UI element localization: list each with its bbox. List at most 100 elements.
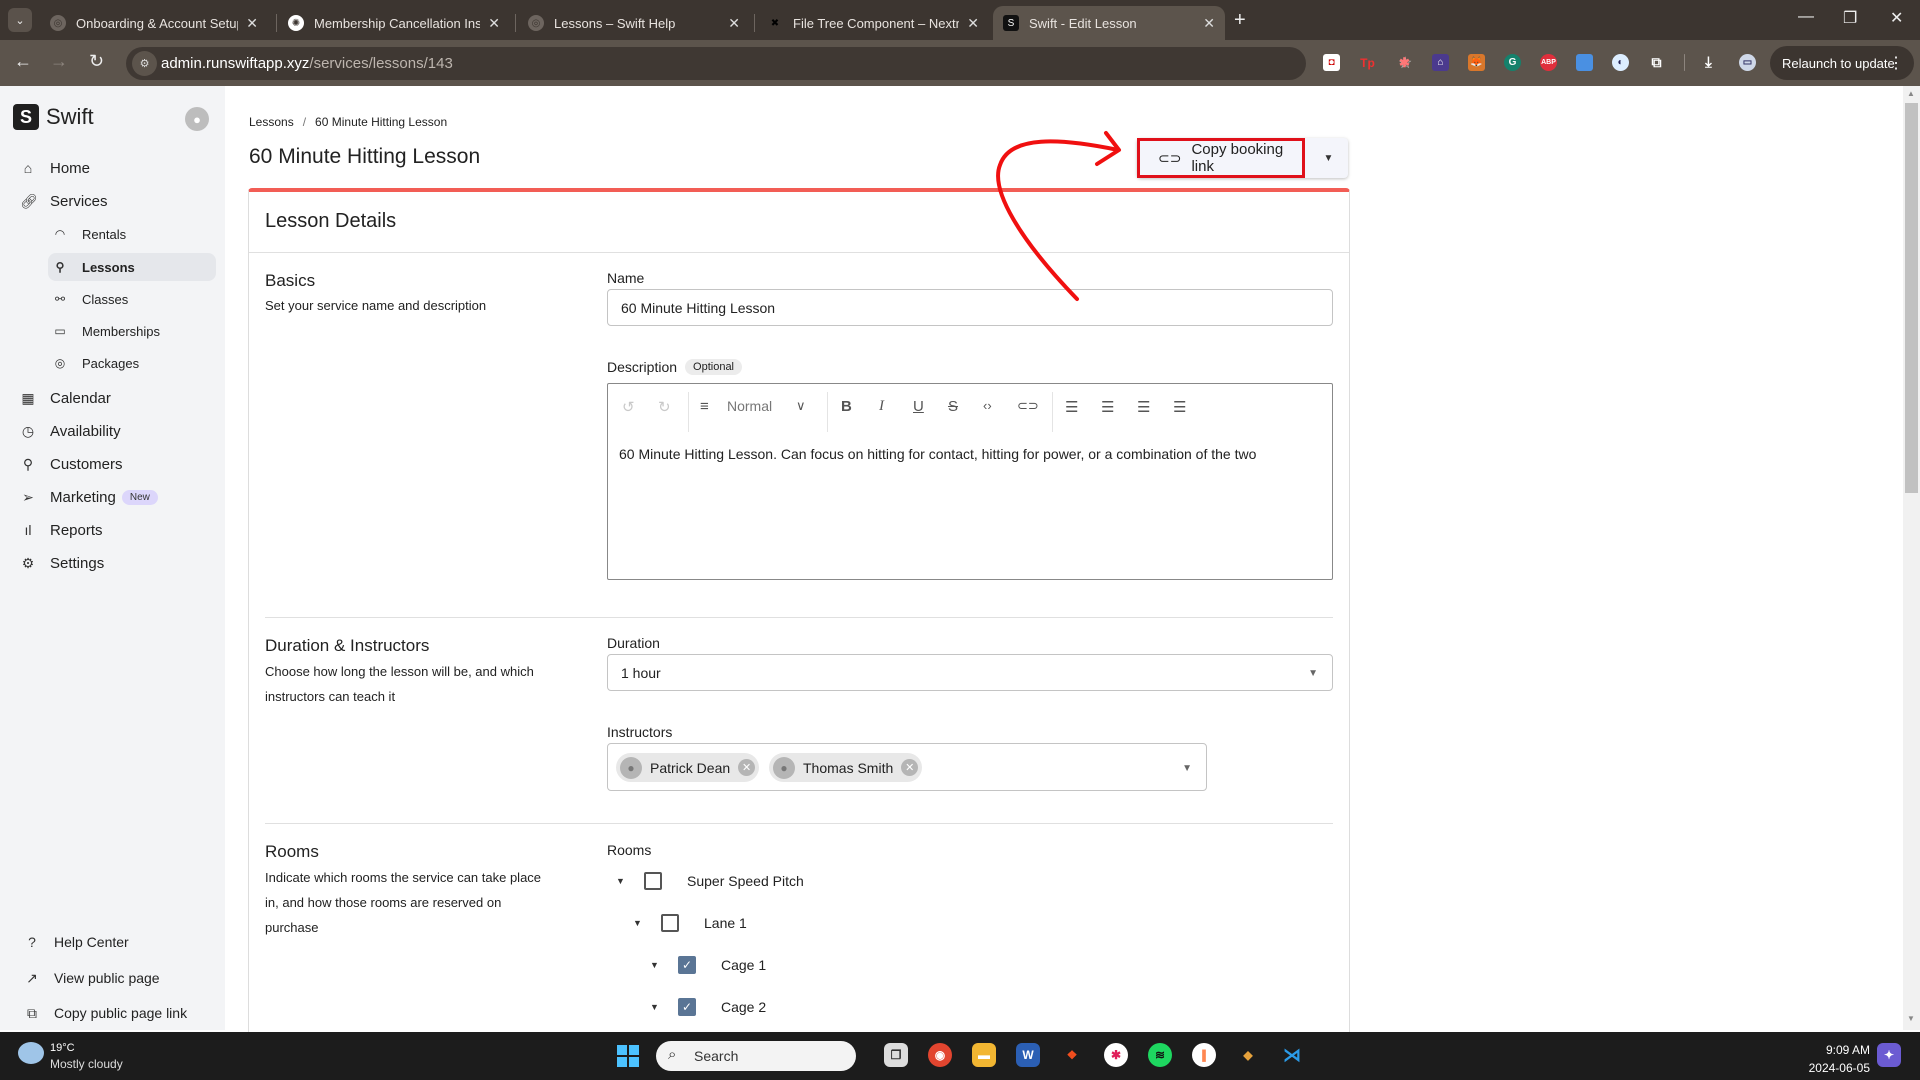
chevron-down-icon[interactable]: ∨: [796, 398, 806, 414]
name-input[interactable]: 60 Minute Hitting Lesson: [607, 289, 1333, 326]
sidebar-item-packages[interactable]: ◎ Packages: [48, 349, 216, 377]
reload-button[interactable]: ↻: [89, 51, 104, 72]
room-checkbox-checked[interactable]: ✓: [678, 998, 696, 1016]
more-menu-icon[interactable]: ⋮: [1888, 53, 1904, 73]
metamask-icon[interactable]: 🦊: [1468, 54, 1485, 71]
help-center-link[interactable]: ? Help Center: [24, 928, 129, 956]
scroll-up-icon[interactable]: ▲: [1907, 89, 1915, 98]
align-justify-icon[interactable]: ☰: [1173, 398, 1186, 416]
sidebar-item-classes[interactable]: ⚯ Classes: [48, 285, 216, 313]
code-icon[interactable]: ‹›: [983, 398, 992, 413]
text-style-select[interactable]: Normal: [727, 398, 772, 414]
sidebar-item-rentals[interactable]: ◠ Rentals: [48, 220, 216, 248]
description-editor[interactable]: ↺ ↻ ≡ Normal ∨ B I U S ‹› ⊂⊃ ☰ ☰ ☰ ☰ 60 …: [607, 383, 1333, 580]
copy-public-page-link[interactable]: ⧉ Copy public page link: [24, 999, 187, 1027]
scrollbar-thumb[interactable]: [1905, 103, 1918, 493]
extension-icon[interactable]: [1576, 54, 1593, 71]
puzzle-icon[interactable]: ⧉: [1648, 54, 1665, 71]
strikethrough-icon[interactable]: S: [948, 398, 958, 415]
profile-icon[interactable]: ▭: [1739, 54, 1756, 71]
close-tab-icon[interactable]: ✕: [1203, 15, 1215, 32]
copy-options-dropdown[interactable]: ▼: [1309, 138, 1348, 178]
git-icon[interactable]: ◆: [1236, 1043, 1260, 1067]
site-settings-icon[interactable]: ⚙: [132, 51, 157, 76]
caret-down-icon[interactable]: ▼: [633, 918, 645, 928]
room-checkbox[interactable]: [644, 872, 662, 890]
extension-icon[interactable]: ⌂: [1432, 54, 1449, 71]
sidebar-item-services[interactable]: 🔗︎ Services: [20, 187, 108, 215]
remove-chip-icon[interactable]: ✕: [738, 759, 756, 776]
view-public-page-link[interactable]: ↗ View public page: [24, 964, 159, 992]
weather-icon[interactable]: [18, 1042, 44, 1064]
slack-icon[interactable]: ✱: [1104, 1043, 1128, 1067]
new-tab-button[interactable]: +: [1234, 9, 1246, 32]
browser-tab[interactable]: ✖ File Tree Component – Nextra ✕: [757, 6, 989, 40]
swift-logo[interactable]: S: [13, 104, 39, 130]
address-bar[interactable]: ⚙ admin.runswiftapp.xyz/services/lessons…: [126, 47, 1412, 80]
sidebar-item-calendar[interactable]: ▦ Calendar: [20, 384, 111, 412]
caret-down-icon[interactable]: ▼: [650, 1002, 662, 1012]
chrome-icon[interactable]: ◉: [928, 1043, 952, 1067]
bold-icon[interactable]: B: [841, 398, 852, 415]
room-tree-item[interactable]: ▼ ✓ Cage 2: [650, 995, 766, 1019]
page-scrollbar[interactable]: ▲ ▼: [1903, 86, 1920, 1030]
align-left-icon[interactable]: ☰: [1065, 398, 1078, 416]
remove-chip-icon[interactable]: ✕: [901, 759, 919, 776]
extension-icon[interactable]: ✱: [1396, 54, 1413, 71]
figma-icon[interactable]: ❖: [1060, 1043, 1084, 1067]
room-checkbox-checked[interactable]: ✓: [678, 956, 696, 974]
tab-list-button[interactable]: ⌄: [8, 8, 32, 32]
redo-icon[interactable]: ↻: [658, 398, 671, 416]
room-checkbox[interactable]: [661, 914, 679, 932]
sidebar-item-memberships[interactable]: ▭ Memberships: [48, 317, 216, 345]
align-center-icon[interactable]: ☰: [1101, 398, 1114, 416]
url-text[interactable]: admin.runswiftapp.xyz/services/lessons/1…: [161, 55, 453, 72]
extension-icon[interactable]: ◐: [1612, 54, 1629, 71]
spotify-icon[interactable]: ≋: [1148, 1043, 1172, 1067]
task-view-icon[interactable]: ❐: [884, 1043, 908, 1067]
italic-icon[interactable]: I: [879, 398, 884, 415]
browser-tab[interactable]: ◎ Onboarding & Account Setup – ✕: [40, 6, 268, 40]
align-right-icon[interactable]: ☰: [1137, 398, 1150, 416]
room-tree-item[interactable]: ▼ ✓ Cage 1: [650, 953, 766, 977]
vscode-icon[interactable]: ⋊: [1280, 1043, 1304, 1067]
sidebar-item-marketing[interactable]: ➢ Marketing New: [20, 483, 158, 511]
restore-button[interactable]: ❐: [1843, 8, 1857, 28]
monday-icon[interactable]: ∥: [1192, 1043, 1216, 1067]
description-text[interactable]: 60 Minute Hitting Lesson. Can focus on h…: [619, 446, 1256, 462]
taskbar-clock[interactable]: 9:09 AM 2024-06-05: [1790, 1041, 1870, 1077]
close-tab-icon[interactable]: ✕: [246, 15, 258, 32]
relaunch-button[interactable]: Relaunch to update ⋮: [1770, 46, 1914, 80]
download-icon[interactable]: ⤓: [1700, 54, 1717, 71]
sidebar-item-availability[interactable]: ◷ Availability: [20, 417, 121, 445]
scroll-down-icon[interactable]: ▼: [1907, 1014, 1915, 1023]
close-tab-icon[interactable]: ✕: [967, 15, 979, 32]
sidebar-item-reports[interactable]: ıl Reports: [20, 516, 103, 544]
tp-icon[interactable]: Tp: [1359, 54, 1376, 71]
sidebar-item-lessons[interactable]: ⚲ Lessons: [48, 253, 216, 281]
adblock-icon[interactable]: ABP: [1540, 54, 1557, 71]
browser-tab[interactable]: ✺ Membership Cancellation Instru ✕: [278, 6, 510, 40]
undo-icon[interactable]: ↺: [622, 398, 635, 416]
close-tab-icon[interactable]: ✕: [488, 15, 500, 32]
browser-tab[interactable]: ◎ Lessons – Swift Help ✕: [518, 6, 750, 40]
grammarly-icon[interactable]: G: [1504, 54, 1521, 71]
link-icon[interactable]: ⊂⊃: [1017, 398, 1039, 414]
back-button[interactable]: ←: [14, 51, 32, 72]
room-tree-item[interactable]: ▼ Super Speed Pitch: [616, 869, 804, 893]
sidebar-item-customers[interactable]: ⚲ Customers: [20, 450, 123, 478]
caret-down-icon[interactable]: ▼: [616, 876, 628, 886]
taskbar-search[interactable]: ⌕ Search: [656, 1041, 856, 1071]
forward-button[interactable]: →: [50, 51, 68, 72]
mcafee-icon[interactable]: ◘: [1323, 54, 1340, 71]
breadcrumb-lessons-link[interactable]: Lessons: [249, 115, 294, 129]
room-tree-item[interactable]: ▼ Lane 1: [633, 911, 747, 935]
close-tab-icon[interactable]: ✕: [728, 15, 740, 32]
close-window-button[interactable]: ✕: [1890, 8, 1903, 28]
copilot-icon[interactable]: ✦: [1877, 1043, 1901, 1067]
minimize-button[interactable]: —: [1798, 8, 1814, 26]
copy-booking-link-button[interactable]: ⊂⊃ Copy booking link: [1137, 138, 1305, 178]
duration-select[interactable]: 1 hour ▼: [607, 654, 1333, 691]
word-icon[interactable]: W: [1016, 1043, 1040, 1067]
browser-tab-active[interactable]: S Swift - Edit Lesson ✕: [993, 6, 1225, 40]
